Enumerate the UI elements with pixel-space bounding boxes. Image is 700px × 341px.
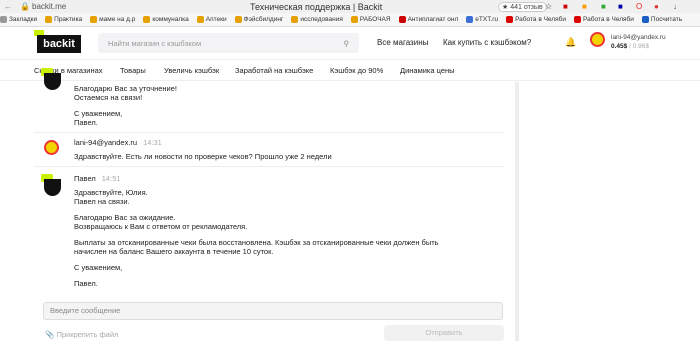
support-chat: Благодарю Вас за уточнение! Остаемся на …: [34, 68, 504, 294]
bookmark-item[interactable]: eTXT.ru: [466, 16, 498, 23]
extension-icon[interactable]: ■: [582, 2, 587, 11]
message-author: lani-94@yandex.ru 14:31: [74, 138, 162, 147]
backit-logo[interactable]: backit: [34, 30, 84, 54]
menu-item-cashback-90[interactable]: Кэшбэк до 90%: [330, 60, 383, 82]
bookmark-item[interactable]: Антиплагиат онл: [398, 16, 458, 23]
bell-icon[interactable]: 🔔: [565, 37, 576, 48]
bookmark-item[interactable]: Практика: [45, 16, 82, 23]
reviews-badge[interactable]: ★ 441 отзыв: [498, 1, 547, 12]
support-avatar: [41, 174, 63, 196]
paperclip-icon: 📎: [45, 330, 55, 339]
user-avatar: [44, 140, 59, 155]
bookmark-item[interactable]: Аптеки: [196, 16, 227, 23]
avatar[interactable]: [590, 32, 605, 47]
message-line: Возвращаюсь к Вам с ответом от рекламода…: [74, 222, 248, 231]
bookmark-item[interactable]: Фэйсбилдинг: [234, 16, 283, 23]
extension-icon[interactable]: ■: [563, 2, 568, 11]
bookmarks-bar: Закладки Практика маме на д.р коммуналка…: [0, 13, 700, 27]
address-bar[interactable]: backit.me: [32, 2, 66, 11]
menu-item-increase-cashback[interactable]: Увеличь кэшбэк: [164, 60, 219, 82]
download-icon[interactable]: ↓: [673, 2, 677, 11]
page-title: Техническая поддержка | Backit: [250, 1, 383, 12]
browser-titlebar: ← 🔒 backit.me Техническая поддержка | Ba…: [0, 0, 700, 13]
menu-item-price-dynamics[interactable]: Динамика цены: [400, 60, 455, 82]
support-avatar: [41, 68, 63, 90]
logo-text: backit: [37, 35, 81, 53]
message-time: 14:51: [101, 174, 121, 183]
bookmark-item[interactable]: РАБОЧАЯ: [350, 16, 391, 23]
balance-total: / 0.96$: [629, 43, 649, 50]
menu-item-products[interactable]: Товары: [120, 60, 146, 82]
message-line: Павел.: [74, 118, 98, 127]
account-info[interactable]: lani-94@yandex.ru 0.45$ / 0.96$: [611, 33, 666, 51]
site-header: backit Найти магазин с кэшбэком ⚲ Все ма…: [0, 27, 700, 59]
bookmark-icon[interactable]: ☆: [545, 2, 552, 11]
message-input[interactable]: Введите сообщение: [43, 302, 503, 320]
message-line: С уважением,: [74, 263, 123, 272]
store-search-input[interactable]: Найти магазин с кэшбэком ⚲: [98, 33, 359, 53]
extension-icon[interactable]: ■: [601, 2, 606, 11]
back-arrow-icon[interactable]: ←: [4, 2, 12, 11]
message-line: Здравствуйте. Есть ли новости по проверк…: [74, 152, 332, 161]
how-to-buy-link[interactable]: Как купить с кэшбэком?: [443, 27, 531, 59]
message-line: Павел.: [74, 279, 98, 288]
send-button[interactable]: Отправить: [384, 325, 504, 341]
bookmark-item[interactable]: Работа в Челяби: [573, 16, 634, 23]
message-line: Выплаты за отсканированные чеки была вос…: [74, 238, 439, 247]
message-line: Здравствуйте, Юлия.: [74, 188, 148, 197]
bookmark-item[interactable]: маме на д.р: [90, 16, 135, 23]
all-stores-link[interactable]: Все магазины: [377, 27, 428, 59]
search-icon[interactable]: ⚲: [344, 39, 350, 48]
balance: 0.45$: [611, 43, 628, 50]
bookmark-item[interactable]: коммуналка: [143, 16, 189, 23]
main-menu: Скидки в магазинах Товары Увеличь кэшбэк…: [0, 59, 700, 81]
message-line: Павел на связи.: [74, 197, 130, 206]
message-line: начислен на баланс Вашего аккаунта в теч…: [74, 247, 274, 256]
extension-icon[interactable]: ■: [618, 2, 623, 11]
attach-file-button[interactable]: 📎 Прикрепить файл: [45, 330, 118, 339]
lock-icon: 🔒: [20, 2, 30, 11]
message-line: Благодарю Вас за уточнение!: [74, 84, 178, 93]
bookmark-item[interactable]: Работа в Челяби: [506, 16, 566, 23]
message-line: Остаемся на связи!: [74, 93, 143, 102]
message-author: Павел 14:51: [74, 174, 121, 183]
scrollbar[interactable]: [515, 82, 519, 341]
account-email: lani-94@yandex.ru: [611, 34, 666, 41]
message-line: Благодарю Вас за ожидание.: [74, 213, 176, 222]
bookmark-item[interactable]: Посчитать: [641, 16, 682, 23]
message-time: 14:31: [143, 138, 162, 147]
divider: [34, 166, 504, 167]
search-placeholder: Найти магазин с кэшбэком: [108, 38, 202, 48]
message-line: С уважением,: [74, 109, 123, 118]
opera-icon[interactable]: O: [636, 2, 642, 11]
bookmark-item[interactable]: Закладки: [0, 16, 37, 23]
extension-icon[interactable]: ●: [654, 2, 659, 11]
divider: [34, 132, 504, 133]
menu-item-earn[interactable]: Заработай на кэшбэке: [235, 60, 313, 82]
bookmark-item[interactable]: исследования: [291, 16, 343, 23]
